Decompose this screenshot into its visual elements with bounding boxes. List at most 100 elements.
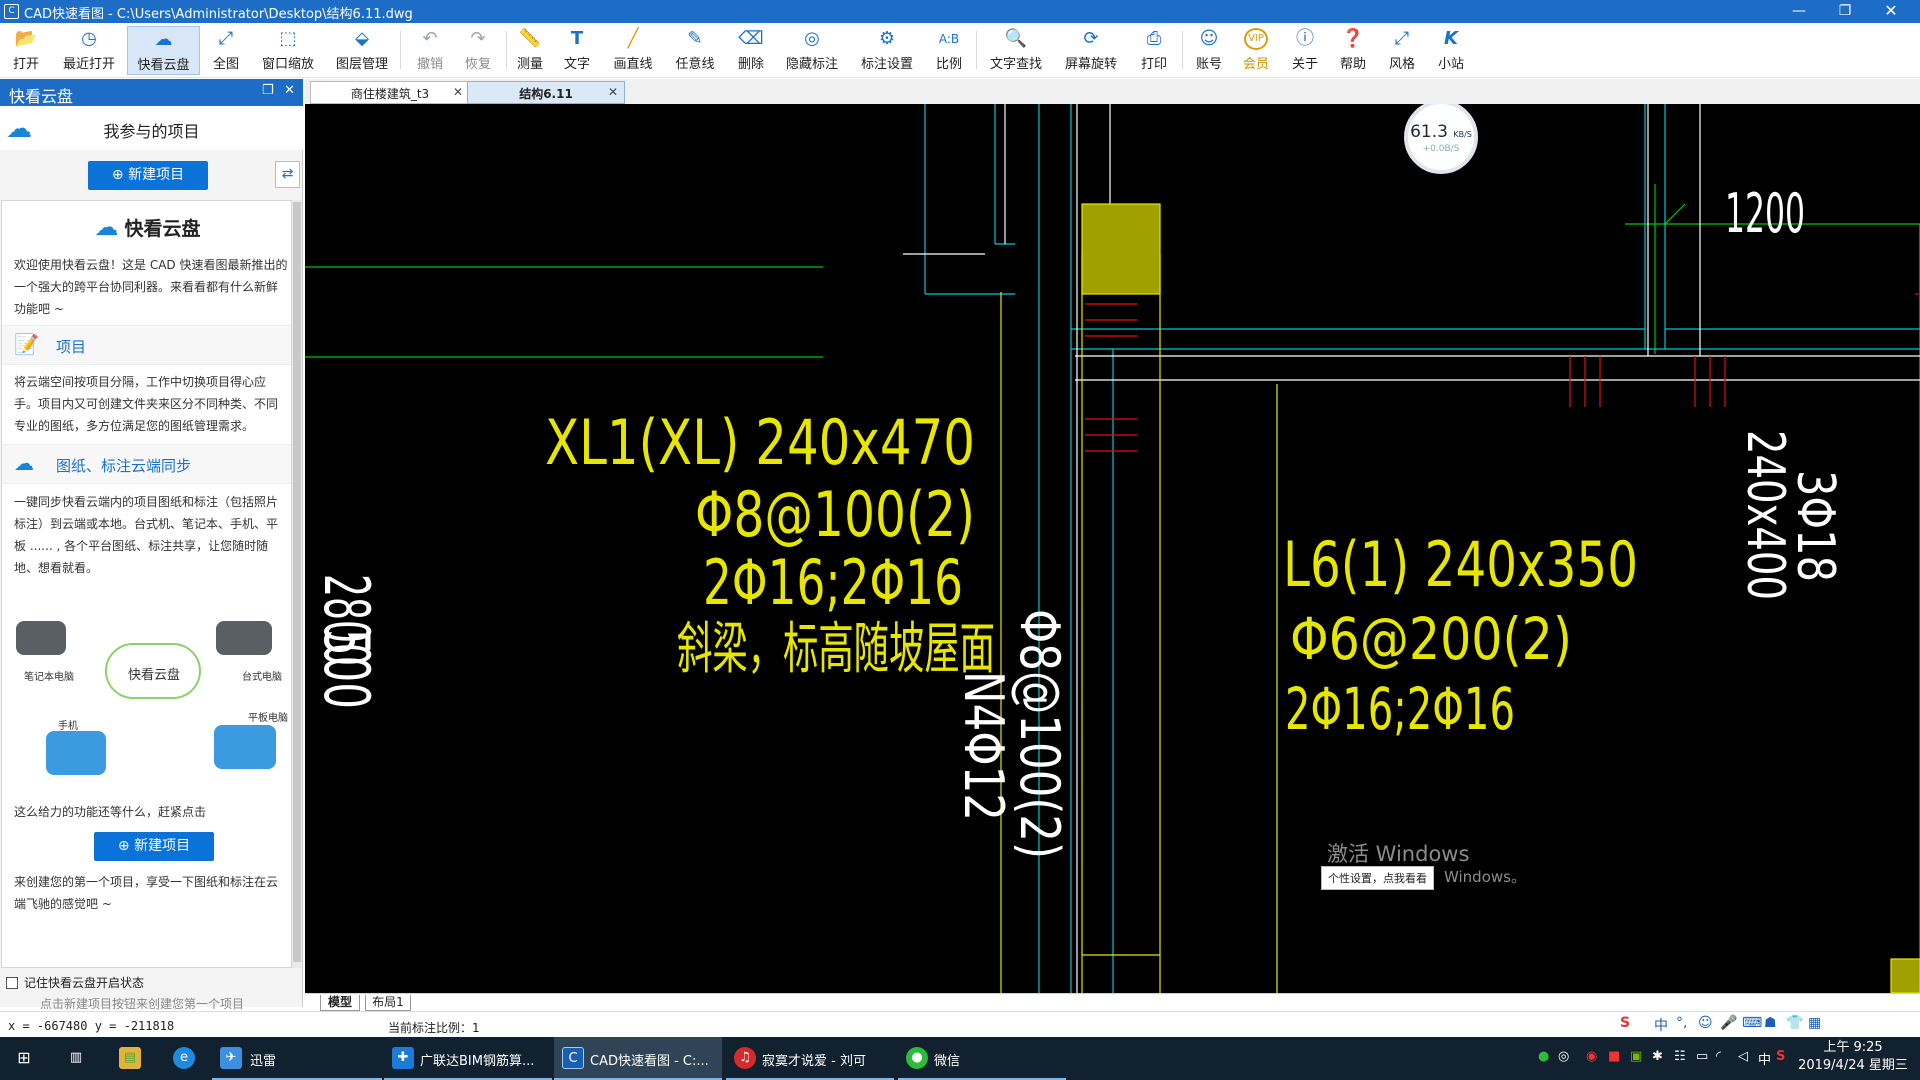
recent-button[interactable]: ◷ 最近打开 [56,26,122,75]
intro-content: ☁ 快看云盘 欢迎使用快看云盘！这是 CAD 快速看图最新推出的一个强大的跨平台协… [1,200,292,968]
network-tray-icon[interactable]: ☷ [1674,1049,1686,1064]
tablet-icon [214,725,276,769]
delete-button[interactable]: ⌫ 删除 [731,26,771,75]
rotate-screen-button[interactable]: ⟳ 屏幕旋转 [1061,26,1121,75]
tab-layout1[interactable]: 布局1 [365,995,411,1011]
undo-button[interactable]: ↶ 撤销 [410,26,450,75]
measure-button[interactable]: 📏 测量 [510,26,550,75]
minimize-icon[interactable]: — [1776,0,1822,23]
remember-checkbox[interactable]: 记住快看云盘开启状态 [6,974,144,991]
section-sync-text: 一键同步快看云端内的项目图纸和标注（包括照片标注）到云端或本地。台式机、笔记本、… [14,495,279,575]
file-explorer-button[interactable]: ▤ [106,1037,154,1080]
restore-icon[interactable]: ❐ [1822,0,1868,23]
ime-user-icon[interactable]: ☗ [1764,1015,1777,1031]
taskbar-music-label: 寂寞才说爱 - 刘可 [762,1054,866,1069]
cloud-disk-button[interactable]: ☁ 快看云盘 [127,26,200,75]
ime-toolbox-icon[interactable]: ▦ [1808,1015,1821,1031]
open-button[interactable]: 📂 打开 [6,26,46,75]
taskbar-xunlei[interactable]: ✈ 迅雷 [212,1037,382,1080]
about-button[interactable]: ⓘ 关于 [1285,26,1325,75]
cursor-coordinates: x = -667480 y = -211818 [8,1019,175,1033]
toolbar-divider [1182,31,1183,69]
panel-close-icon[interactable]: ✕ [284,83,295,98]
ime-emoji-icon[interactable]: ☺ [1698,1015,1713,1031]
new-project-cta-button[interactable]: ⊕ 新建项目 [94,832,214,861]
sync-button[interactable]: ⇄ [275,161,300,188]
window-zoom-button[interactable]: ⬚ 窗口缩放 [258,26,318,75]
rotate-screen-icon: ⟳ [1083,28,1099,49]
nvidia-tray-icon[interactable]: ▣ [1630,1049,1642,1064]
bluetooth-tray-icon[interactable]: ✱ [1652,1049,1663,1064]
fit-all-button[interactable]: ⤢ 全图 [206,26,246,75]
scale-icon: A:B [938,32,960,46]
ime-keyboard-icon[interactable]: ⌨ [1742,1015,1762,1031]
ime-mode-icon[interactable]: 中 [1654,1015,1668,1035]
scale-button[interactable]: A:B 比例 [929,26,969,75]
task-view-button[interactable]: ▥ [52,1037,100,1080]
hide-annotation-button[interactable]: ◎ 隐藏标注 [782,26,842,75]
site-button[interactable]: K 小站 [1431,26,1471,75]
cad-app-icon: C [562,1047,584,1069]
start-button[interactable]: ⊞ [0,1037,48,1080]
layers-button[interactable]: ⬙ 图层管理 [332,26,392,75]
text-search-button[interactable]: 🔍 文字查找 [986,26,1046,75]
plus-circle-icon: ⊕ [111,167,129,183]
battery-tray-icon[interactable]: ▭ [1696,1049,1708,1064]
sync-icon: ⇄ [281,166,294,182]
redo-button[interactable]: ↷ 恢复 [458,26,498,75]
panel-float-icon[interactable]: ❐ [262,83,274,98]
taskbar-music[interactable]: ♫ 寂寞才说爱 - 刘可 [726,1037,894,1080]
printer-icon: ⎙ [1146,28,1162,49]
sogou-tray-icon[interactable]: S [1776,1049,1785,1064]
checkbox-box[interactable] [6,977,18,989]
scroll-thumb[interactable] [293,202,301,962]
sogou-icon[interactable]: S [1620,1015,1630,1031]
scale-label: 比例 [935,57,962,72]
ime-voice-icon[interactable]: 🎤 [1720,1015,1737,1031]
net-speed-value: 61.3 KB/S [1408,122,1474,142]
drawing-canvas[interactable]: 500 2800 XL1(XL) 240x470 Φ8@100(2) 2Φ16;… [305,104,1920,993]
beam2-name-text: L6(1) 240x350 [1283,528,1638,601]
tab-model[interactable]: 模型 [320,995,360,1011]
taskbar-cad[interactable]: C CAD快速看图 - C:... [554,1037,722,1080]
drawing-svg[interactable]: 500 2800 XL1(XL) 240x470 Φ8@100(2) 2Φ16;… [305,104,1920,993]
beam1-note-text: 斜梁，标高随坡屋面 [677,617,995,682]
text-button[interactable]: T 文字 [557,26,597,75]
green-axis-line [1664,203,1686,225]
wifi-tray-icon[interactable]: ◜ [1716,1049,1721,1064]
help-button[interactable]: ❓ 帮助 [1333,26,1373,75]
style-button[interactable]: ⤢ 风格 [1382,26,1422,75]
taskbar-wechat[interactable]: ● 微信 [898,1037,1066,1080]
annotation-settings-icon: ⚙ [878,28,896,49]
intro-title: ☁ 快看云盘 [2,213,291,241]
wechat-tray-icon[interactable]: ● [1538,1049,1549,1064]
cloud-disk-label: 快看云盘 [137,58,190,73]
freehand-button[interactable]: ✎ 任意线 [670,26,720,75]
vip-button[interactable]: VIP 会员 [1236,26,1276,75]
volume-tray-icon[interactable]: ◁ [1738,1049,1748,1064]
net-speed-number: 61.3 [1410,122,1448,142]
taskbar-glodon[interactable]: ✚ 广联达BIM钢筋算... [384,1037,552,1080]
taskbar-clock[interactable]: 上午 9:25 2019/4/24 星期三 [1790,1039,1916,1075]
panel-scrollbar[interactable] [292,200,302,968]
new-project-button[interactable]: ⊕ 新建项目 [88,161,208,190]
draw-line-button[interactable]: ╱ 画直线 [608,26,658,75]
beam2-bars-text: 2Φ16;2Φ16 [1285,675,1515,743]
ie-button[interactable]: e [160,1037,208,1080]
tab-structure[interactable]: 结构6.11 ✕ [467,81,625,104]
tab-residential[interactable]: 商住楼建筑_t3 ✕ [310,81,470,104]
ime-tray-icon[interactable]: 中 [1758,1049,1771,1068]
ime-skin-icon[interactable]: 👕 [1786,1015,1803,1031]
flash-tray-icon[interactable]: ■ [1608,1049,1620,1064]
print-button[interactable]: ⎙ 打印 [1134,26,1174,75]
ime-punct-icon[interactable]: °, [1676,1015,1687,1031]
close-icon[interactable]: ✕ [453,85,463,99]
account-button[interactable]: ☺ 账号 [1189,26,1229,75]
phone-icon [46,731,106,775]
close-icon[interactable]: ✕ [608,85,618,99]
close-icon[interactable]: ✕ [1868,0,1914,23]
chat-tray-icon[interactable]: ◎ [1558,1049,1569,1064]
netease-tray-icon[interactable]: ◉ [1586,1049,1597,1064]
annotation-settings-button[interactable]: ⚙ 标注设置 [857,26,917,75]
document-tabs: 商住楼建筑_t3 ✕ 结构6.11 ✕ [305,79,1920,104]
